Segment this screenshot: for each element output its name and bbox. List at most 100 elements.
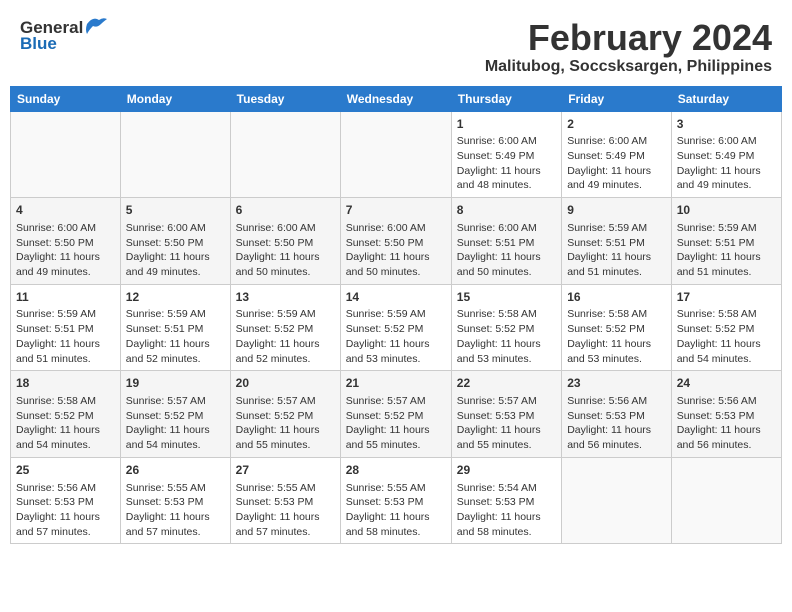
- day-info: Sunrise: 5:59 AM Sunset: 5:51 PM Dayligh…: [677, 221, 776, 280]
- calendar-header-row: SundayMondayTuesdayWednesdayThursdayFrid…: [11, 86, 782, 111]
- day-number: 20: [236, 375, 335, 392]
- weekday-header-friday: Friday: [562, 86, 672, 111]
- title-block: February 2024 Malitubog, Soccsksargen, P…: [485, 18, 772, 76]
- calendar-cell: 27 Sunrise: 5:55 AM Sunset: 5:53 PM Dayli…: [230, 457, 340, 544]
- day-info: Sunrise: 6:00 AM Sunset: 5:49 PM Dayligh…: [457, 134, 556, 193]
- calendar-cell: 14Sunrise: 5:59 AM Sunset: 5:52 PM Dayli…: [340, 284, 451, 371]
- day-info: Sunrise: 5:59 AM Sunset: 5:52 PM Dayligh…: [346, 307, 446, 366]
- calendar-cell: 26 Sunrise: 5:55 AM Sunset: 5:53 PM Dayli…: [120, 457, 230, 544]
- day-number: 6: [236, 202, 335, 219]
- day-number: 22: [457, 375, 556, 392]
- calendar-week-row: 25Sunrise: 5:56 AM Sunset: 5:53 PM Dayli…: [11, 457, 782, 544]
- day-number: 16: [567, 289, 666, 306]
- day-info: Sunrise: 5:55 AM Sunset: 5:53 PM Dayligh…: [236, 481, 335, 540]
- calendar-cell: 4 Sunrise: 6:00 AM Sunset: 5:50 PM Daylig…: [11, 198, 121, 285]
- calendar-cell: 16Sunrise: 5:58 AM Sunset: 5:52 PM Dayli…: [562, 284, 672, 371]
- logo-blue-text: Blue: [20, 34, 57, 54]
- calendar-cell: [11, 111, 121, 198]
- day-info: Sunrise: 5:58 AM Sunset: 5:52 PM Dayligh…: [16, 394, 115, 453]
- day-number: 5: [126, 202, 225, 219]
- day-info: Sunrise: 5:57 AM Sunset: 5:52 PM Dayligh…: [346, 394, 446, 453]
- calendar-week-row: 1Sunrise: 6:00 AM Sunset: 5:49 PM Daylig…: [11, 111, 782, 198]
- day-info: Sunrise: 6:00 AM Sunset: 5:49 PM Dayligh…: [567, 134, 666, 193]
- calendar-cell: 11Sunrise: 5:59 AM Sunset: 5:51 PM Dayli…: [11, 284, 121, 371]
- calendar-week-row: 18 Sunrise: 5:58 AM Sunset: 5:52 PM Dayli…: [11, 371, 782, 458]
- calendar-cell: [562, 457, 672, 544]
- day-number: 28: [346, 462, 446, 479]
- logo: General Blue: [20, 18, 107, 54]
- calendar-cell: 13Sunrise: 5:59 AM Sunset: 5:52 PM Dayli…: [230, 284, 340, 371]
- calendar-cell: 6 Sunrise: 6:00 AM Sunset: 5:50 PM Daylig…: [230, 198, 340, 285]
- day-info: Sunrise: 6:00 AM Sunset: 5:50 PM Dayligh…: [126, 221, 225, 280]
- day-number: 15: [457, 289, 556, 306]
- page-header: General Blue February 2024 Malitubog, So…: [10, 10, 782, 80]
- weekday-header-saturday: Saturday: [671, 86, 781, 111]
- calendar-cell: 2Sunrise: 6:00 AM Sunset: 5:49 PM Daylig…: [562, 111, 672, 198]
- day-number: 29: [457, 462, 556, 479]
- day-info: Sunrise: 6:00 AM Sunset: 5:50 PM Dayligh…: [16, 221, 115, 280]
- calendar-cell: 1Sunrise: 6:00 AM Sunset: 5:49 PM Daylig…: [451, 111, 561, 198]
- calendar-cell: 24Sunrise: 5:56 AM Sunset: 5:53 PM Dayli…: [671, 371, 781, 458]
- calendar-week-row: 4 Sunrise: 6:00 AM Sunset: 5:50 PM Daylig…: [11, 198, 782, 285]
- day-number: 27: [236, 462, 335, 479]
- day-info: Sunrise: 5:56 AM Sunset: 5:53 PM Dayligh…: [16, 481, 115, 540]
- calendar-cell: 25Sunrise: 5:56 AM Sunset: 5:53 PM Dayli…: [11, 457, 121, 544]
- calendar-cell: 18 Sunrise: 5:58 AM Sunset: 5:52 PM Dayli…: [11, 371, 121, 458]
- day-info: Sunrise: 5:55 AM Sunset: 5:53 PM Dayligh…: [346, 481, 446, 540]
- calendar-week-row: 11Sunrise: 5:59 AM Sunset: 5:51 PM Dayli…: [11, 284, 782, 371]
- day-info: Sunrise: 6:00 AM Sunset: 5:50 PM Dayligh…: [346, 221, 446, 280]
- day-info: Sunrise: 5:58 AM Sunset: 5:52 PM Dayligh…: [677, 307, 776, 366]
- day-info: Sunrise: 5:57 AM Sunset: 5:52 PM Dayligh…: [236, 394, 335, 453]
- day-info: Sunrise: 6:00 AM Sunset: 5:51 PM Dayligh…: [457, 221, 556, 280]
- day-number: 4: [16, 202, 115, 219]
- calendar-cell: 21 Sunrise: 5:57 AM Sunset: 5:52 PM Dayli…: [340, 371, 451, 458]
- calendar-cell: 5 Sunrise: 6:00 AM Sunset: 5:50 PM Daylig…: [120, 198, 230, 285]
- day-info: Sunrise: 6:00 AM Sunset: 5:50 PM Dayligh…: [236, 221, 335, 280]
- day-number: 2: [567, 116, 666, 133]
- day-info: Sunrise: 5:55 AM Sunset: 5:53 PM Dayligh…: [126, 481, 225, 540]
- day-number: 3: [677, 116, 776, 133]
- day-number: 23: [567, 375, 666, 392]
- calendar-cell: [120, 111, 230, 198]
- day-number: 7: [346, 202, 446, 219]
- day-info: Sunrise: 5:59 AM Sunset: 5:51 PM Dayligh…: [567, 221, 666, 280]
- calendar-cell: 10 Sunrise: 5:59 AM Sunset: 5:51 PM Dayli…: [671, 198, 781, 285]
- logo-bird-icon: [85, 16, 107, 34]
- subtitle: Malitubog, Soccsksargen, Philippines: [485, 58, 772, 76]
- day-info: Sunrise: 5:56 AM Sunset: 5:53 PM Dayligh…: [567, 394, 666, 453]
- weekday-header-tuesday: Tuesday: [230, 86, 340, 111]
- day-info: Sunrise: 5:59 AM Sunset: 5:51 PM Dayligh…: [126, 307, 225, 366]
- calendar-cell: 19Sunrise: 5:57 AM Sunset: 5:52 PM Dayli…: [120, 371, 230, 458]
- day-number: 18: [16, 375, 115, 392]
- weekday-header-wednesday: Wednesday: [340, 86, 451, 111]
- calendar-table: SundayMondayTuesdayWednesdayThursdayFrid…: [10, 86, 782, 545]
- day-number: 10: [677, 202, 776, 219]
- day-number: 14: [346, 289, 446, 306]
- calendar-cell: 22Sunrise: 5:57 AM Sunset: 5:53 PM Dayli…: [451, 371, 561, 458]
- day-number: 19: [126, 375, 225, 392]
- day-number: 8: [457, 202, 556, 219]
- calendar-body: 1Sunrise: 6:00 AM Sunset: 5:49 PM Daylig…: [11, 111, 782, 544]
- day-number: 9: [567, 202, 666, 219]
- calendar-cell: 8 Sunrise: 6:00 AM Sunset: 5:51 PM Daylig…: [451, 198, 561, 285]
- day-number: 26: [126, 462, 225, 479]
- calendar-cell: 29Sunrise: 5:54 AM Sunset: 5:53 PM Dayli…: [451, 457, 561, 544]
- calendar-cell: 12Sunrise: 5:59 AM Sunset: 5:51 PM Dayli…: [120, 284, 230, 371]
- day-info: Sunrise: 5:58 AM Sunset: 5:52 PM Dayligh…: [567, 307, 666, 366]
- day-info: Sunrise: 5:58 AM Sunset: 5:52 PM Dayligh…: [457, 307, 556, 366]
- calendar-cell: 9 Sunrise: 5:59 AM Sunset: 5:51 PM Daylig…: [562, 198, 672, 285]
- day-number: 21: [346, 375, 446, 392]
- calendar-cell: 20 Sunrise: 5:57 AM Sunset: 5:52 PM Dayli…: [230, 371, 340, 458]
- day-info: Sunrise: 5:59 AM Sunset: 5:52 PM Dayligh…: [236, 307, 335, 366]
- weekday-header-thursday: Thursday: [451, 86, 561, 111]
- day-number: 24: [677, 375, 776, 392]
- main-title: February 2024: [485, 18, 772, 58]
- day-number: 13: [236, 289, 335, 306]
- day-info: Sunrise: 5:59 AM Sunset: 5:51 PM Dayligh…: [16, 307, 115, 366]
- weekday-header-sunday: Sunday: [11, 86, 121, 111]
- day-number: 12: [126, 289, 225, 306]
- day-number: 11: [16, 289, 115, 306]
- calendar-cell: 28 Sunrise: 5:55 AM Sunset: 5:53 PM Dayli…: [340, 457, 451, 544]
- calendar-cell: [340, 111, 451, 198]
- calendar-cell: 15Sunrise: 5:58 AM Sunset: 5:52 PM Dayli…: [451, 284, 561, 371]
